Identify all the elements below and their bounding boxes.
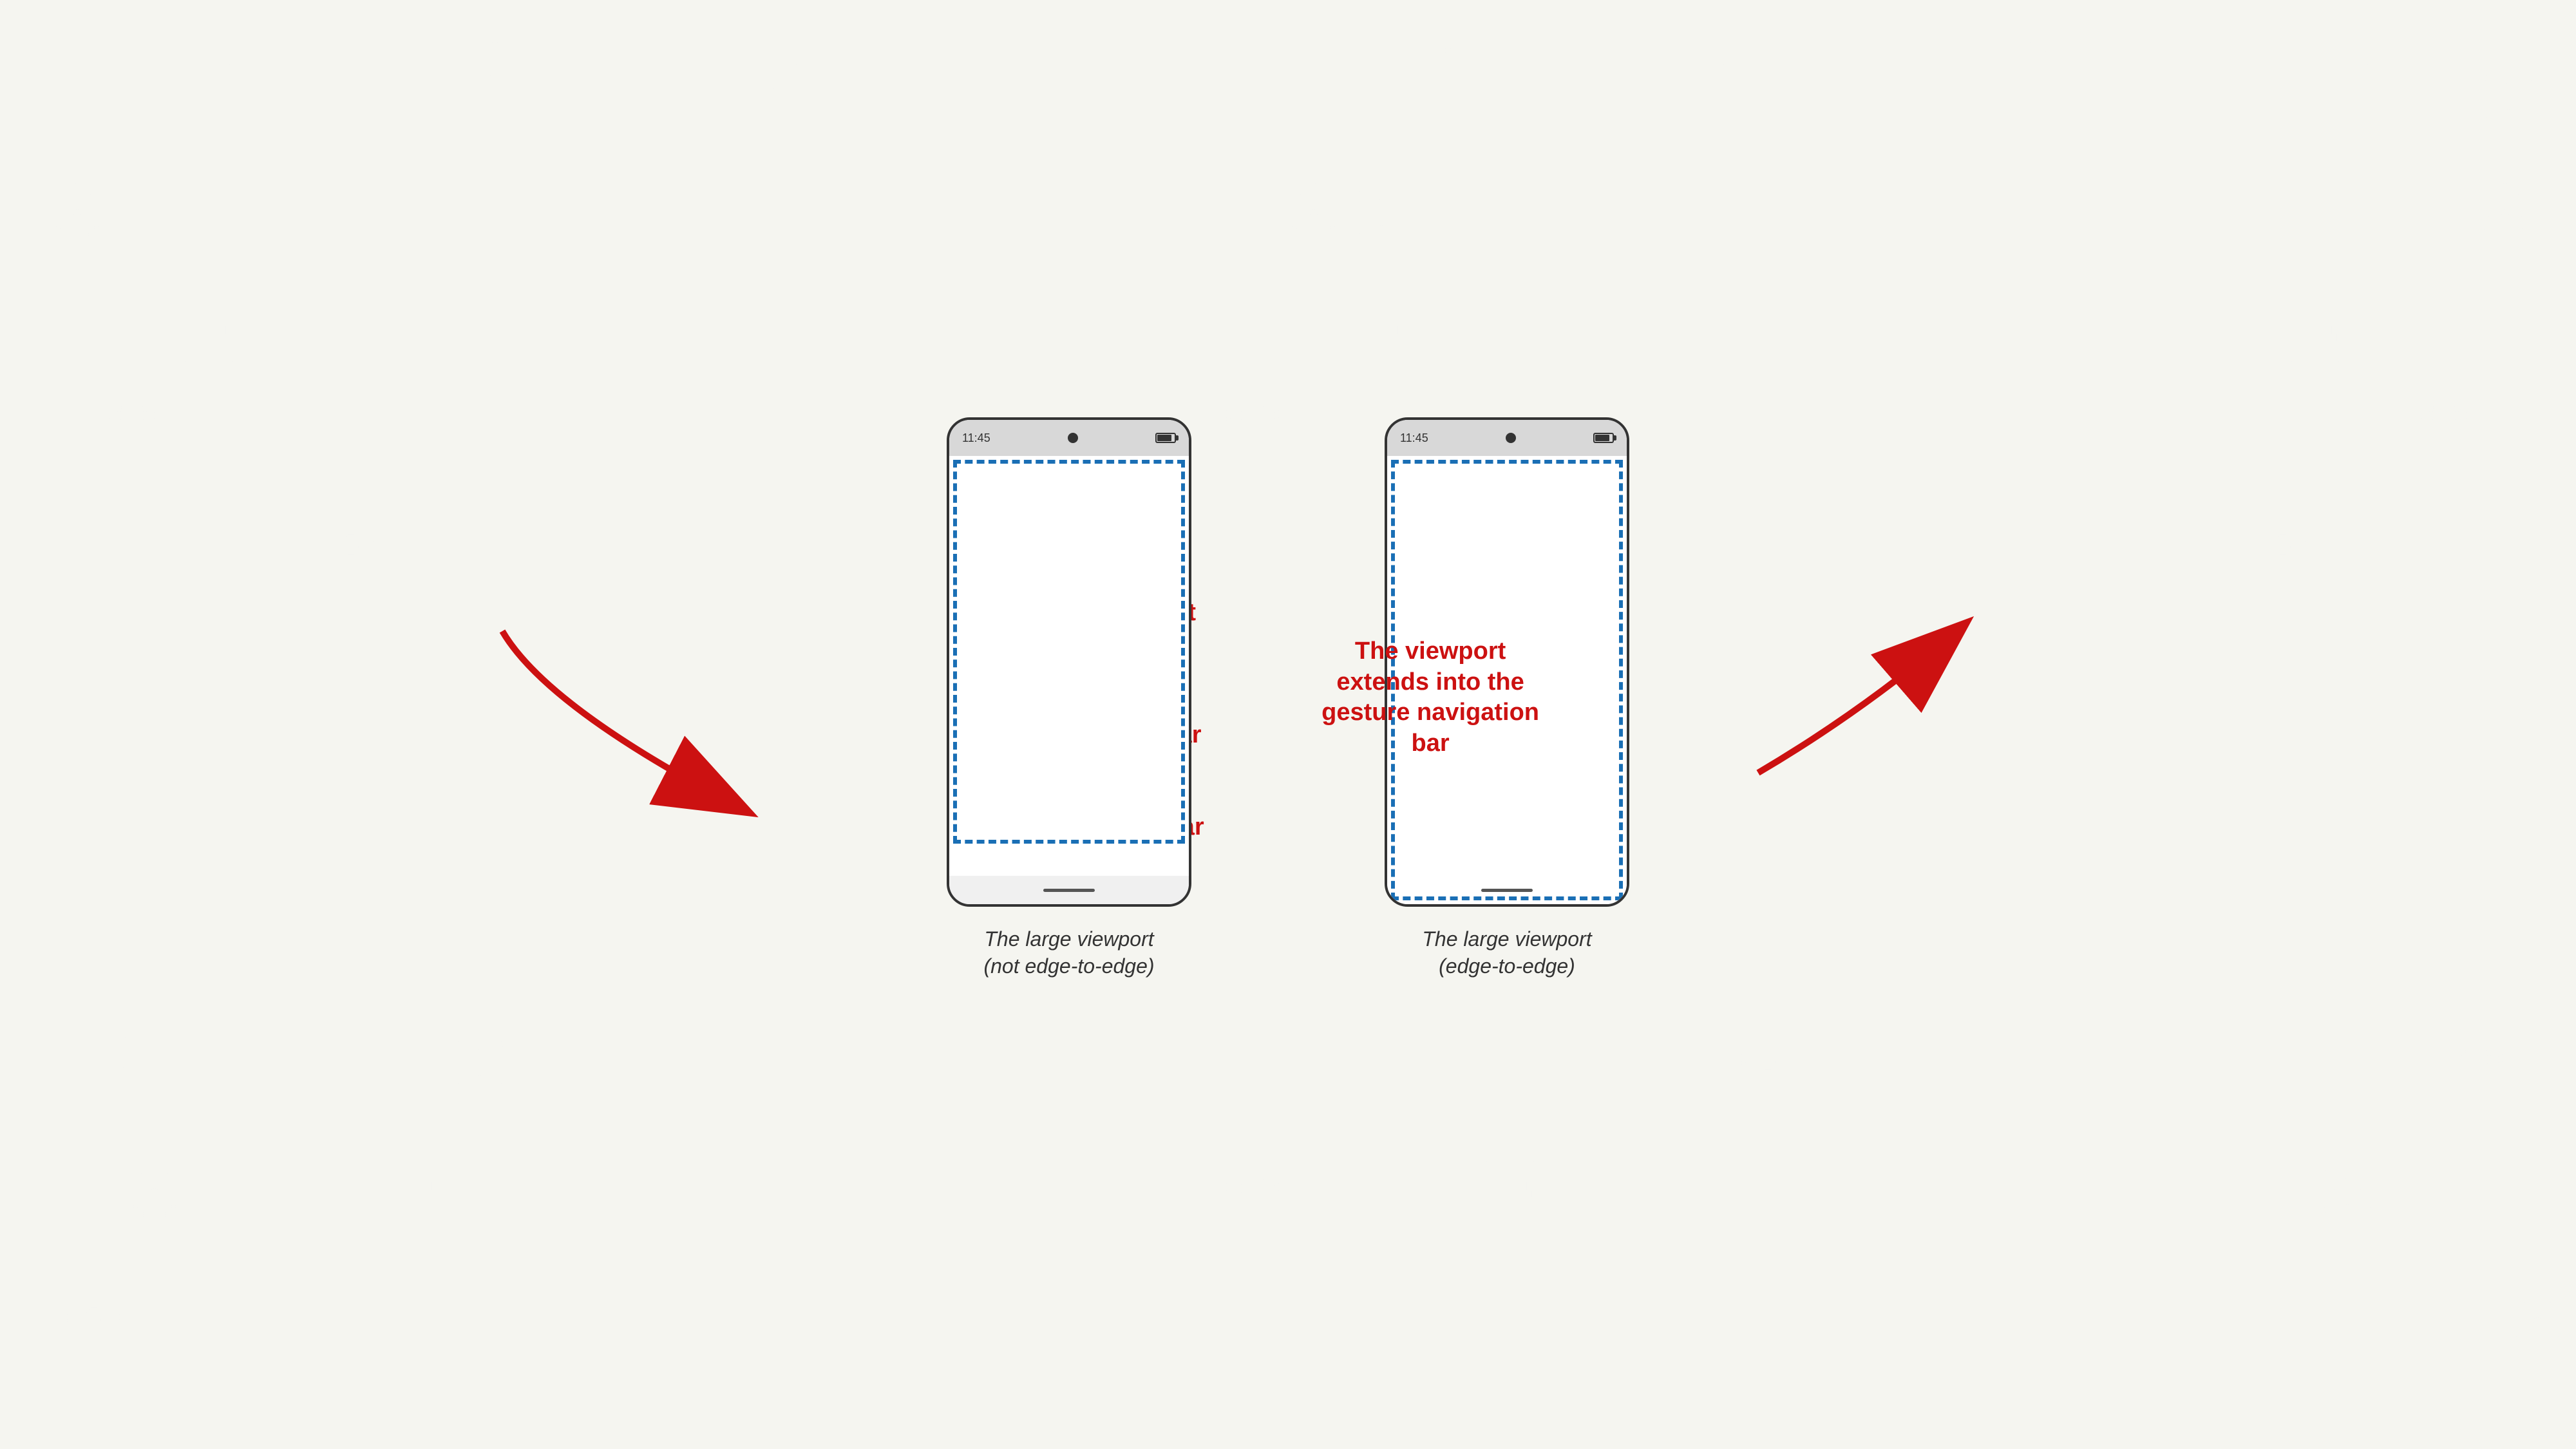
right-annotation: The viewport extends into the gesture na… bbox=[1321, 636, 1539, 759]
camera-dot-right bbox=[1506, 433, 1516, 443]
gesture-bar-left bbox=[949, 876, 1189, 904]
battery-right bbox=[1593, 433, 1614, 443]
status-bar-right: 11:45 bbox=[1387, 420, 1627, 456]
right-annotation-text1: The viewport bbox=[1355, 638, 1506, 665]
phone-body-left bbox=[949, 456, 1189, 876]
caption-line1-right: The large viewport bbox=[1422, 927, 1591, 951]
caption-line1-left: The large viewport bbox=[984, 927, 1153, 951]
gesture-bar-right bbox=[1387, 876, 1627, 904]
right-annotation-text2: extends into the bbox=[1336, 668, 1524, 696]
status-time-right: 11:45 bbox=[1400, 431, 1428, 445]
battery-left bbox=[1155, 433, 1176, 443]
phone-not-edge-container: 11:45 The large viewport (not edge-to-e bbox=[947, 417, 1191, 980]
phones-comparison-row: The viewport remains clamped between the… bbox=[947, 417, 1629, 980]
camera-dot-left bbox=[1068, 433, 1078, 443]
main-content: The viewport remains clamped between the… bbox=[0, 0, 2576, 1449]
phone-not-edge-frame: 11:45 bbox=[947, 417, 1191, 907]
phone-caption-right: The large viewport (edge-to-edge) bbox=[1422, 926, 1591, 980]
right-annotation-text4: bar bbox=[1412, 730, 1450, 757]
right-annotation-text3: gesture navigation bbox=[1321, 699, 1539, 726]
battery-fill-right bbox=[1595, 435, 1609, 441]
battery-fill-left bbox=[1157, 435, 1171, 441]
viewport-indicator-left bbox=[953, 460, 1185, 844]
status-time-left: 11:45 bbox=[962, 431, 990, 445]
status-bar-left: 11:45 bbox=[949, 420, 1189, 456]
gesture-pill-left bbox=[1043, 889, 1095, 892]
phone-caption-left: The large viewport (not edge-to-edge) bbox=[983, 926, 1154, 980]
gesture-pill-right bbox=[1481, 889, 1533, 892]
caption-line2-left: (not edge-to-edge) bbox=[983, 954, 1154, 978]
caption-line2-right: (edge-to-edge) bbox=[1439, 954, 1575, 978]
